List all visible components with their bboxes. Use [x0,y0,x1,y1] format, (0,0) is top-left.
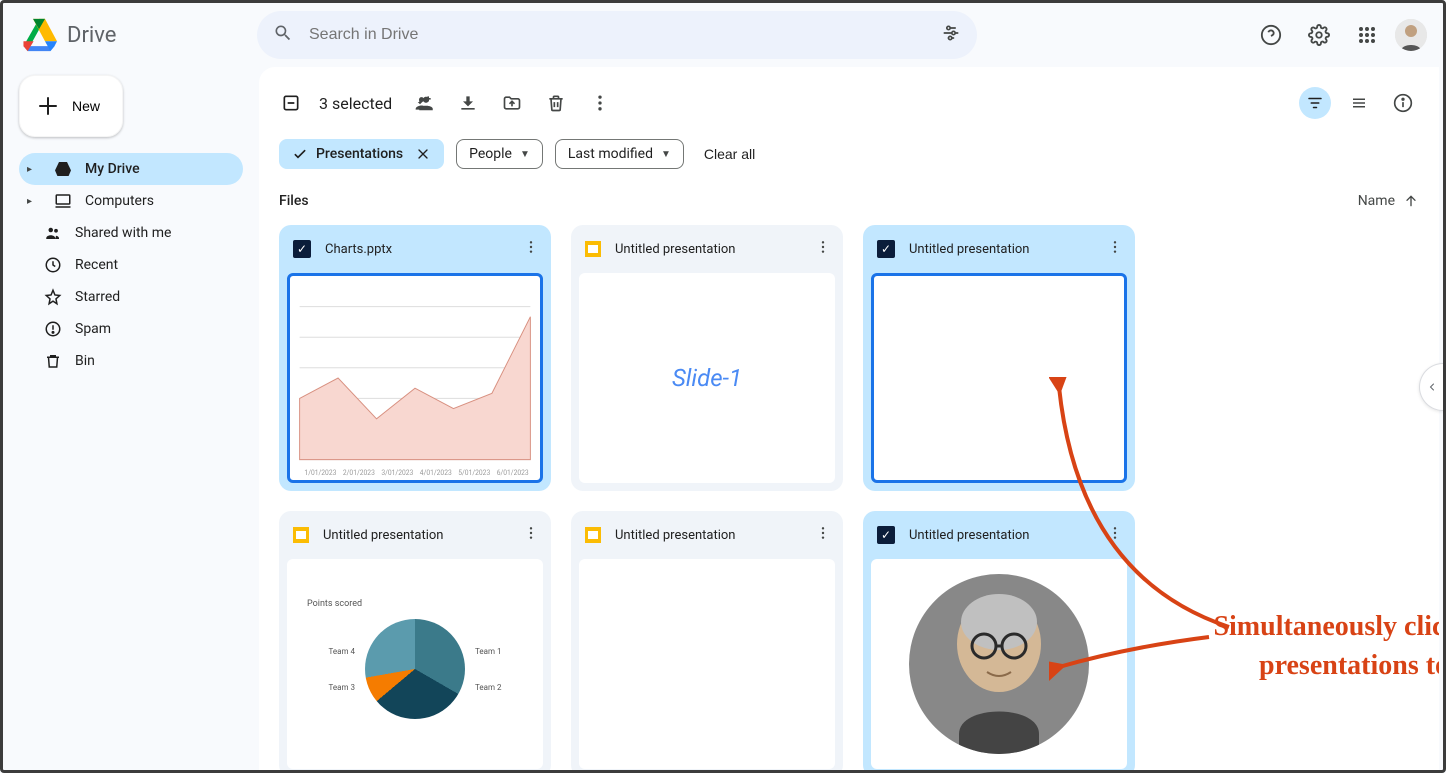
expand-arrow-icon[interactable]: ▸ [27,164,39,175]
slides-file-icon [293,527,309,543]
sidebar-item-spam[interactable]: Spam [19,313,243,345]
check-icon [292,146,308,162]
file-card[interactable]: ✓ Untitled presentation [863,225,1135,491]
share-icon[interactable] [412,93,436,113]
details-icon[interactable] [1387,87,1419,119]
file-thumbnail[interactable]: Slide-1 [579,273,835,483]
files-section-title: Files [279,193,309,209]
close-icon[interactable] [415,146,431,162]
new-button-label: New [72,98,100,114]
people-filter-label: People [469,146,512,162]
drive-logo-icon [19,15,59,55]
sidebar-item-bin[interactable]: Bin [19,345,243,377]
svg-text:4/01/2023: 4/01/2023 [420,469,452,477]
download-icon[interactable] [456,93,480,113]
file-card[interactable]: Untitled presentation [571,511,843,770]
svg-text:6/01/2023: 6/01/2023 [497,469,529,477]
sidebar-item-label: My Drive [85,161,140,177]
spam-icon [43,320,63,338]
svg-text:3/01/2023: 3/01/2023 [381,469,413,477]
sidebar-item-label: Computers [85,193,154,209]
search-icon [273,23,293,47]
selection-count: 3 selected [319,94,392,113]
svg-text:5/01/2023: 5/01/2023 [458,469,490,477]
recent-icon [43,256,63,274]
file-thumbnail[interactable] [579,559,835,769]
file-card[interactable]: Untitled presentation Points scoredTeam 4… [279,511,551,770]
search-options-icon[interactable] [941,23,961,47]
file-card[interactable]: Untitled presentation Slide-1 [571,225,843,491]
expand-arrow-icon[interactable]: ▸ [27,196,39,207]
checkbox-checked-icon[interactable]: ✓ [877,526,895,544]
type-filter-chip[interactable]: Presentations [279,139,444,169]
clear-filters-button[interactable]: Clear all [704,146,755,162]
slides-file-icon [585,527,601,543]
product-name: Drive [67,23,116,48]
file-card[interactable]: ✓ Charts.pptx 1/01/2023 2/01/2023 3/01/2023 4… [279,225,551,491]
filter-view-icon[interactable] [1299,87,1331,119]
file-thumbnail[interactable] [871,559,1127,769]
logo-area[interactable]: Drive [19,15,249,55]
mydrive-icon [53,162,73,176]
file-card[interactable]: ✓ Untitled presentation [863,511,1135,770]
people-filter-chip[interactable]: People ▼ [456,139,543,169]
more-options-icon[interactable] [807,521,839,549]
delete-icon[interactable] [544,93,568,113]
checkbox-checked-icon[interactable]: ✓ [293,240,311,258]
sidebar-item-label: Recent [75,257,118,273]
plus-icon [36,94,60,118]
settings-icon[interactable] [1299,15,1339,55]
chevron-down-icon: ▼ [520,149,530,160]
sidebar-item-starred[interactable]: Starred [19,281,243,313]
selection-toggle-icon[interactable] [279,93,303,113]
help-icon[interactable] [1251,15,1291,55]
sidebar-item-label: Starred [75,289,120,305]
list-view-icon[interactable] [1343,87,1375,119]
apps-icon[interactable] [1347,15,1387,55]
new-button[interactable]: New [19,75,123,137]
bin-icon [43,352,63,370]
more-options-icon[interactable] [515,235,547,263]
starred-icon [43,288,63,306]
sort-control[interactable]: Name [1358,193,1419,209]
computers-icon [53,192,73,210]
sidebar-item-recent[interactable]: Recent [19,249,243,281]
svg-text:2/01/2023: 2/01/2023 [343,469,375,477]
file-name: Untitled presentation [909,528,1085,543]
modified-filter-label: Last modified [568,146,653,162]
file-thumbnail[interactable]: 1/01/2023 2/01/2023 3/01/2023 4/01/2023 5/01… [287,273,543,483]
shared-icon [43,224,63,242]
account-avatar[interactable] [1395,19,1427,51]
type-filter-label: Presentations [316,146,403,162]
file-name: Charts.pptx [325,242,501,257]
svg-text:1/01/2023: 1/01/2023 [304,469,336,477]
sort-label: Name [1358,193,1395,209]
more-options-icon[interactable] [515,521,547,549]
file-name: Untitled presentation [615,242,793,257]
sidebar-item-label: Bin [75,353,95,369]
search-bar[interactable] [257,11,977,59]
sidebar-item-label: Shared with me [75,225,171,241]
file-thumbnail[interactable]: Points scoredTeam 4Team 3Team 1Team 2 [287,559,543,769]
arrow-up-icon [1403,193,1419,209]
more-options-icon[interactable] [1099,235,1131,263]
checkbox-checked-icon[interactable]: ✓ [877,240,895,258]
search-input[interactable] [309,26,925,44]
more-options-icon[interactable] [807,235,839,263]
sidebar-item-label: Spam [75,321,111,337]
file-thumbnail[interactable] [871,273,1127,483]
sidebar-item-computers[interactable]: ▸ Computers [19,185,243,217]
more-options-icon[interactable] [588,93,612,113]
file-name: Untitled presentation [615,528,793,543]
slides-file-icon [585,241,601,257]
more-options-icon[interactable] [1099,521,1131,549]
modified-filter-chip[interactable]: Last modified ▼ [555,139,684,169]
file-name: Untitled presentation [909,242,1085,257]
file-name: Untitled presentation [323,528,501,543]
sidebar-item-mydrive[interactable]: ▸ My Drive [19,153,243,185]
chevron-down-icon: ▼ [661,149,671,160]
move-icon[interactable] [500,93,524,113]
sidebar-item-shared[interactable]: Shared with me [19,217,243,249]
